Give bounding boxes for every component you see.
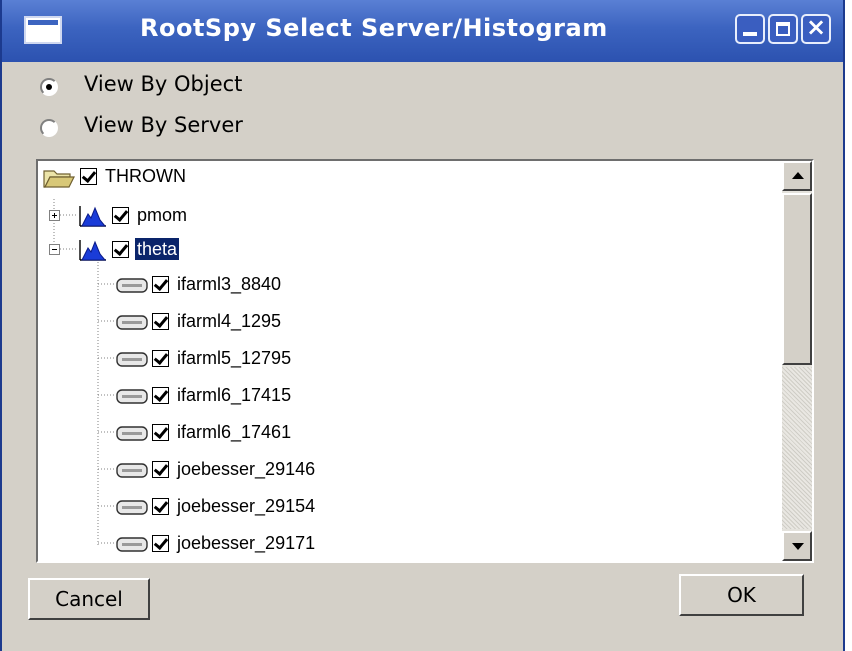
tree-node-label: joebesser_29171: [177, 533, 316, 553]
tree-node-label: ifarml5_12795: [177, 348, 292, 368]
ok-button[interactable]: OK: [679, 574, 804, 616]
server-checkbox[interactable]: [152, 460, 169, 478]
histogram-icon: [79, 206, 107, 227]
server-checkbox[interactable]: [152, 349, 169, 367]
folder-open-icon: [43, 170, 75, 188]
tree-node-label: THROWN: [105, 166, 186, 186]
server-checkbox[interactable]: [152, 497, 169, 515]
maximize-button[interactable]: [768, 14, 798, 44]
tree-view[interactable]: THROWN pmom theta ifarml3_8840 ifarml4_1…: [36, 159, 814, 563]
server-icon: [116, 500, 148, 515]
arrow-up-icon: [792, 172, 804, 179]
tree-node-label: theta: [135, 238, 180, 260]
server-checkbox[interactable]: [152, 312, 169, 330]
server-icon: [116, 463, 148, 478]
tree-node-thrown[interactable]: THROWN: [42, 163, 188, 189]
tree-node-server[interactable]: joebesser_29171: [116, 530, 317, 556]
tree-node-server[interactable]: ifarml6_17415: [116, 382, 293, 408]
scroll-thumb[interactable]: [782, 193, 812, 365]
tree-node-label: ifarml6_17461: [177, 422, 292, 442]
close-button[interactable]: ×: [801, 13, 831, 44]
tree-node-server[interactable]: joebesser_29146: [116, 456, 317, 482]
cancel-button[interactable]: Cancel: [28, 578, 150, 620]
view-by-object-radio[interactable]: [40, 78, 58, 96]
server-icon: [116, 315, 148, 330]
tree-node-pmom[interactable]: pmom: [78, 202, 189, 228]
tree-node-server[interactable]: ifarml3_8840: [116, 271, 283, 297]
theta-checkbox[interactable]: [112, 240, 129, 258]
collapse-theta-toggle[interactable]: [49, 244, 60, 255]
scroll-down-button[interactable]: [782, 531, 812, 561]
arrow-down-icon: [792, 543, 804, 550]
view-by-object-label[interactable]: View By Object: [84, 72, 242, 96]
vertical-scrollbar[interactable]: [782, 161, 812, 561]
minimize-button[interactable]: [735, 14, 765, 44]
server-icon: [116, 352, 148, 367]
tree-node-label: pmom: [137, 205, 188, 225]
scroll-up-button[interactable]: [782, 161, 812, 191]
tree-node-label: joebesser_29146: [177, 459, 316, 479]
tree-node-label: ifarml3_8840: [177, 274, 282, 294]
server-checkbox[interactable]: [152, 534, 169, 552]
tree-node-server[interactable]: ifarml6_17461: [116, 419, 293, 445]
tree-node-label: joebesser_29154: [177, 496, 316, 516]
dialog-window: RootSpy Select Server/Histogram × View B…: [0, 0, 845, 651]
server-icon: [116, 389, 148, 404]
server-icon: [116, 537, 148, 552]
tree-node-theta[interactable]: theta: [78, 236, 180, 262]
view-by-server-radio[interactable]: [40, 119, 58, 137]
server-icon: [116, 278, 148, 293]
window-title: RootSpy Select Server/Histogram: [140, 14, 608, 42]
thrown-checkbox[interactable]: [80, 167, 97, 185]
tree-node-label: ifarml4_1295: [177, 311, 282, 331]
view-by-server-label[interactable]: View By Server: [84, 113, 243, 137]
title-bar[interactable]: RootSpy Select Server/Histogram ×: [2, 0, 843, 62]
server-checkbox[interactable]: [152, 423, 169, 441]
scroll-track[interactable]: [782, 367, 812, 529]
tree-node-label: ifarml6_17415: [177, 385, 292, 405]
expand-pmom-toggle[interactable]: [49, 210, 60, 221]
tree-node-server[interactable]: ifarml4_1295: [116, 308, 283, 334]
server-icon: [116, 426, 148, 441]
window-menu-icon[interactable]: [24, 16, 62, 44]
pmom-checkbox[interactable]: [112, 206, 129, 224]
close-icon: ×: [805, 13, 827, 41]
tree-node-server[interactable]: joebesser_29154: [116, 493, 317, 519]
histogram-icon: [79, 240, 107, 261]
tree-node-server[interactable]: ifarml5_12795: [116, 345, 293, 371]
server-checkbox[interactable]: [152, 386, 169, 404]
server-checkbox[interactable]: [152, 275, 169, 293]
